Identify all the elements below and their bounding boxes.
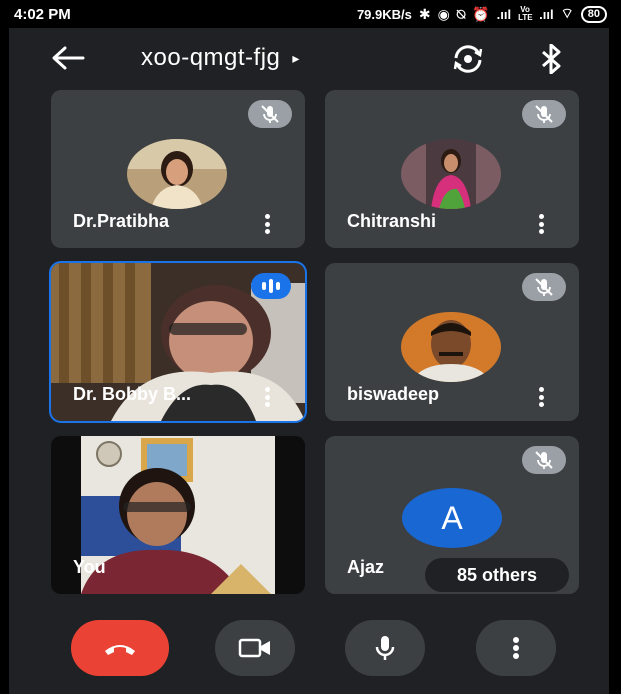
participant-name: Dr. Bobby B... — [73, 384, 192, 404]
back-arrow-icon[interactable] — [51, 46, 85, 70]
avatar — [401, 312, 501, 382]
mic-off-icon — [248, 100, 292, 128]
avatar — [401, 139, 501, 209]
battery-icon: 80 — [580, 5, 607, 23]
more-options-icon[interactable] — [265, 214, 271, 234]
more-vert-icon — [513, 637, 519, 659]
wifi-icon: ⌔ — [560, 5, 574, 21]
participant-name: Dr.Pratibha — [73, 211, 170, 231]
participant-name: Chitranshi — [347, 211, 437, 231]
participant-name: Ajaz — [347, 557, 385, 577]
participant-tile[interactable]: biswadeep — [325, 263, 579, 421]
end-call-button[interactable] — [71, 620, 169, 676]
signal-icon: .ııl — [496, 6, 512, 22]
mic-off-icon — [522, 100, 566, 128]
video-camera-icon — [238, 638, 270, 658]
bluetooth-audio-icon[interactable] — [539, 44, 563, 74]
avatar — [127, 139, 227, 209]
microphone-icon — [375, 636, 395, 660]
switch-camera-icon[interactable] — [451, 44, 485, 74]
volte-icon: Vo LTE — [518, 5, 533, 22]
status-time: 4:02 PM — [14, 5, 71, 23]
self-view-tile[interactable]: You — [51, 436, 305, 594]
participant-tile-overflow[interactable]: A Ajaz 85 others — [325, 436, 579, 594]
more-options-icon[interactable] — [265, 387, 271, 407]
caret-right-icon: ▸ — [292, 49, 300, 66]
microphone-toggle-button[interactable] — [345, 620, 425, 676]
participant-tile[interactable]: Dr.Pratibha — [51, 90, 305, 248]
meeting-title[interactable]: xoo-qmgt-fjg ▸ — [141, 44, 300, 72]
others-count-button[interactable]: 85 others — [425, 558, 569, 592]
letter-avatar: A — [402, 488, 502, 548]
participant-name: You — [73, 557, 106, 577]
more-options-button[interactable] — [476, 620, 556, 676]
meeting-code: xoo-qmgt-fjg — [141, 44, 281, 71]
meet-app: xoo-qmgt-fjg ▸ Dr.Pratibha Chitranshi Dr… — [9, 28, 609, 694]
signal-icon-2: .ııl — [539, 6, 554, 22]
participant-name: biswadeep — [347, 384, 440, 404]
alarm-icon: ⏰ — [472, 5, 490, 22]
participant-tile[interactable]: Chitranshi — [325, 90, 579, 248]
camera-toggle-button[interactable] — [215, 620, 295, 676]
net-speed: 79.9KB/s — [356, 6, 412, 22]
speaking-indicator-icon — [251, 273, 291, 299]
silent-bell-icon: ⍉ — [456, 5, 466, 22]
mic-off-icon — [522, 273, 566, 301]
top-bar: xoo-qmgt-fjg ▸ — [9, 28, 609, 90]
bluetooth-status-icon: ✱ — [418, 5, 431, 22]
more-options-icon[interactable] — [539, 214, 545, 234]
more-options-icon[interactable] — [539, 387, 545, 407]
mic-off-icon — [522, 446, 566, 474]
phone-hangup-icon — [105, 645, 135, 655]
participant-tile-active-speaker[interactable]: Dr. Bobby B... — [49, 261, 307, 423]
toggle-status-icon: ◉ — [437, 5, 450, 22]
status-bar: 4:02 PM 79.9KB/s ✱ ◉ ⍉ ⏰ .ııl Vo LTE .ıı… — [0, 0, 621, 28]
